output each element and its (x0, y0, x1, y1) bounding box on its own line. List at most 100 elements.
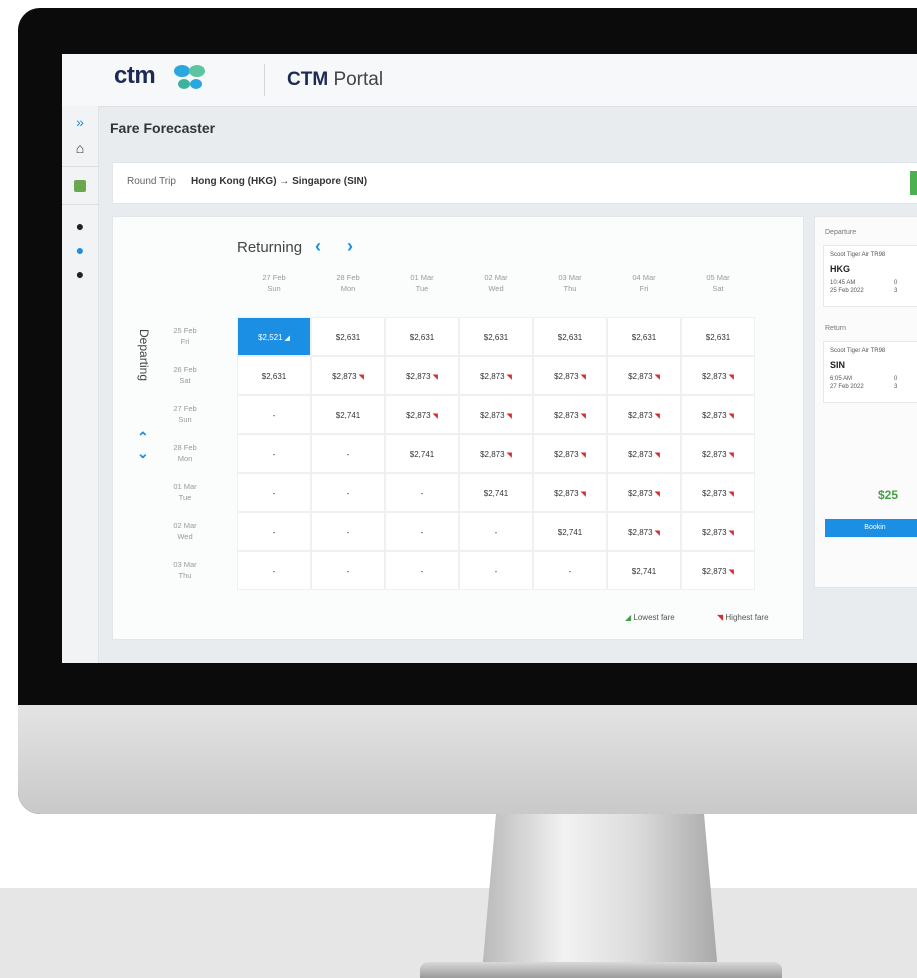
fare-cell[interactable]: $2,873 ◥ (681, 551, 755, 590)
fare-cell[interactable]: $2,631 (607, 317, 681, 356)
lowest-fare-icon: ◢ (282, 335, 290, 342)
fare-cell[interactable]: $2,873 ◥ (681, 356, 755, 395)
dollar-icon[interactable]: ● (70, 240, 90, 260)
fare-cell[interactable]: $2,741 (533, 512, 607, 551)
ctm-logo[interactable]: ctm (114, 62, 156, 90)
fare-cell[interactable]: $2,631 (385, 317, 459, 356)
fare-cell: - (385, 473, 459, 512)
highest-fare-icon: ◥ (726, 530, 734, 537)
fare-cell[interactable]: $2,631 (681, 317, 755, 356)
total-price: $25 (878, 488, 899, 502)
highest-fare-icon: ◥ (652, 374, 660, 381)
fare-cell[interactable]: $2,873 ◥ (459, 434, 533, 473)
fare-cell[interactable]: $2,631 (533, 317, 607, 356)
screen: ctm CTM Portal » ⌂ ● ● ● Fare Forecaster… (62, 54, 917, 663)
fare-cell[interactable]: $2,873 ◥ (607, 473, 681, 512)
departure-card[interactable]: Scoot Tiger Air TR98 HKG 10:45 AM 25 Feb … (823, 245, 917, 307)
monitor-chin (18, 705, 917, 814)
fare-cell[interactable]: $2,873 ◥ (533, 434, 607, 473)
fare-cell[interactable]: $2,873 ◥ (607, 434, 681, 473)
fare-cell[interactable]: $2,873 ◥ (607, 356, 681, 395)
booking-button[interactable]: Bookin (825, 519, 917, 537)
fare-cell: - (237, 473, 311, 512)
highest-fare-icon: ◥ (578, 491, 586, 498)
fare-cell[interactable]: $2,873 ◥ (681, 473, 755, 512)
return-date-header: 27 Feb Sun (262, 273, 286, 293)
depart-date-header: 02 Mar Wed (173, 521, 197, 541)
document-icon[interactable] (70, 176, 90, 196)
prev-depart-button[interactable]: ⌃ (137, 429, 149, 446)
return-label: Return (825, 325, 847, 332)
highest-fare-icon: ◥ (726, 413, 734, 420)
left-rail: » ⌂ ● ● ● (62, 106, 99, 663)
fare-cell[interactable]: $2,873 ◥ (607, 512, 681, 551)
return-date-header: 01 Mar Tue (410, 273, 434, 293)
info-icon[interactable]: ● (70, 264, 90, 284)
fare-cell[interactable]: $2,873 ◥ (385, 395, 459, 434)
highest-fare-icon: ◥ (726, 374, 734, 381)
search-button[interactable] (910, 171, 917, 195)
selection-panel: Departure Scoot Tiger Air TR98 HKG 10:45… (814, 216, 917, 588)
depart-date-header: 28 Feb Mon (173, 443, 197, 463)
fare-cell[interactable]: $2,873 ◥ (385, 356, 459, 395)
fare-cell[interactable]: $2,741 (311, 395, 385, 434)
portal-title: CTM Portal (287, 69, 384, 90)
trip-type: Round Trip (127, 176, 176, 187)
depart-date-header: 26 Feb Sat (173, 365, 197, 385)
fare-cell[interactable]: $2,873 ◥ (533, 356, 607, 395)
expand-icon[interactable]: » (70, 112, 90, 132)
fare-cell[interactable]: $2,631 (311, 317, 385, 356)
fare-cell[interactable]: $2,873 ◥ (681, 512, 755, 551)
returning-label: Returning (237, 239, 303, 256)
fare-cell[interactable]: $2,873 ◥ (681, 395, 755, 434)
departing-label: Departing (137, 329, 151, 382)
fare-cell[interactable]: $2,741 (607, 551, 681, 590)
fare-cell[interactable]: $2,873 ◥ (459, 356, 533, 395)
highest-fare-icon: ◥ (504, 452, 512, 459)
fare-cell[interactable]: $2,741 (385, 434, 459, 473)
fare-cell[interactable]: $2,873 ◥ (459, 395, 533, 434)
fare-cell[interactable]: $2,631 (237, 356, 311, 395)
fare-cell: - (237, 551, 311, 590)
monitor-stand (482, 812, 718, 972)
monitor-base (420, 962, 782, 978)
highest-fare-icon: ◥ (578, 374, 586, 381)
rail-divider (62, 204, 98, 205)
fare-cell[interactable]: $2,873 ◥ (311, 356, 385, 395)
fare-grid-panel: Returning ‹ › Departing ⌃ ⌄ ◢ Lowest far… (112, 216, 804, 640)
highest-fare-icon: ◥ (726, 452, 734, 459)
fare-cell: - (311, 473, 385, 512)
highest-fare-icon: ◥ (504, 413, 512, 420)
fare-cell[interactable]: $2,873 ◥ (607, 395, 681, 434)
fare-cell: - (237, 434, 311, 473)
highest-fare-icon: ◥ (652, 491, 660, 498)
next-week-button[interactable]: › (347, 236, 353, 257)
navigate-icon[interactable]: ● (70, 216, 90, 236)
fare-cell[interactable]: $2,741 (459, 473, 533, 512)
fare-cell: - (385, 512, 459, 551)
fare-cell[interactable]: $2,873 ◥ (533, 395, 607, 434)
highest-fare-icon: ◥ (652, 530, 660, 537)
return-card[interactable]: Scoot Tiger Air TR98 SIN 6:05 AM 27 Feb 2… (823, 341, 917, 403)
depart-date-header: 01 Mar Tue (173, 482, 197, 502)
trip-summary-bar: Round Trip Hong Kong (HKG) → Singapore (… (112, 162, 917, 204)
rail-divider (62, 166, 98, 167)
fare-cell: - (459, 551, 533, 590)
highest-fare-icon: ◥ (652, 413, 660, 420)
highest-fare-icon: ◥ (652, 452, 660, 459)
legend-highest: ◥ Highest fare (717, 613, 769, 622)
highest-fare-icon: ◥ (504, 374, 512, 381)
highest-fare-icon: ◥ (578, 452, 586, 459)
return-date-header: 03 Mar Thu (558, 273, 582, 293)
fare-cell[interactable]: $2,873 ◥ (681, 434, 755, 473)
fare-cell[interactable]: $2,873 ◥ (533, 473, 607, 512)
prev-week-button[interactable]: ‹ (315, 236, 321, 257)
depart-date-header: 03 Mar Thu (173, 560, 197, 580)
trip-route: Hong Kong (HKG) → Singapore (SIN) (191, 176, 368, 187)
fare-cell[interactable]: $2,521 ◢ (237, 317, 311, 356)
fare-cell[interactable]: $2,631 (459, 317, 533, 356)
home-icon[interactable]: ⌂ (70, 138, 90, 158)
fare-cell: - (311, 512, 385, 551)
highest-fare-icon: ◥ (726, 569, 734, 576)
next-depart-button[interactable]: ⌄ (137, 445, 149, 462)
